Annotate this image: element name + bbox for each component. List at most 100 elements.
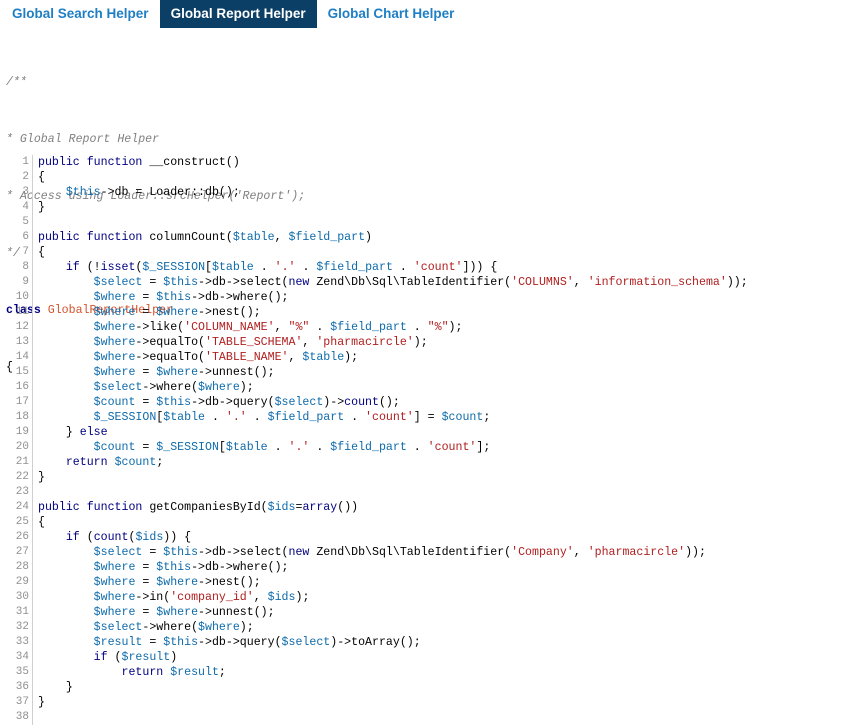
line-source: } — [32, 470, 868, 485]
code-line: 31 $where = $where->unnest(); — [0, 605, 868, 620]
code-line: 8 if (!isset($_SESSION[$table . '.' . $f… — [0, 260, 868, 275]
line-source: $where->like('COLUMN_NAME', "%" . $field… — [32, 320, 868, 335]
line-source: $select = $this->db->select(new Zend\Db\… — [32, 545, 868, 560]
code-line: 17 $count = $this->db->query($select)->c… — [0, 395, 868, 410]
line-number: 14 — [15, 351, 29, 363]
line-source: } — [32, 695, 868, 710]
code-line: 36 } — [0, 680, 868, 695]
doc-comment-line: /** — [6, 76, 27, 89]
code-line: 1 public function __construct() — [0, 155, 868, 170]
line-source: public function __construct() — [32, 155, 868, 170]
code-line: 38​ — [0, 710, 868, 725]
line-source: ​ — [32, 215, 868, 230]
line-number: 37 — [15, 696, 29, 708]
line-source: $result = $this->db->query($select)->toA… — [32, 635, 868, 650]
line-number: 12 — [15, 321, 29, 333]
code-line: 27 $select = $this->db->select(new Zend\… — [0, 545, 868, 560]
line-number: 26 — [15, 531, 29, 543]
code-line: 16 $select->where($where); — [0, 380, 868, 395]
line-source: public function columnCount($table, $fie… — [32, 230, 868, 245]
line-number: 3 — [22, 186, 29, 198]
code-line: 9 $select = $this->db->select(new Zend\D… — [0, 275, 868, 290]
code-line: 22} — [0, 470, 868, 485]
code-line: 3 $this->db = Loader::db(); — [0, 185, 868, 200]
line-source: ​ — [32, 710, 868, 725]
line-source: $where = $this->db->where(); — [32, 560, 868, 575]
code-line: 7{ — [0, 245, 868, 260]
line-number: 30 — [15, 591, 29, 603]
code-line: 37} — [0, 695, 868, 710]
code-line: 21 return $count; — [0, 455, 868, 470]
line-number: 38 — [15, 711, 29, 723]
line-number: 11 — [15, 306, 29, 318]
line-source: $_SESSION[$table . '.' . $field_part . '… — [32, 410, 868, 425]
line-source: $select->where($where); — [32, 620, 868, 635]
line-source: $where = $where->nest(); — [32, 305, 868, 320]
line-source: $where = $where->nest(); — [32, 575, 868, 590]
line-number: 2 — [22, 171, 29, 183]
line-number: 16 — [15, 381, 29, 393]
code-line: 35 return $result; — [0, 665, 868, 680]
line-number: 31 — [15, 606, 29, 618]
code-line: 13 $where->equalTo('TABLE_SCHEMA', 'phar… — [0, 335, 868, 350]
line-source: $count = $_SESSION[$table . '.' . $field… — [32, 440, 868, 455]
line-source: $where = $where->unnest(); — [32, 365, 868, 380]
line-number: 6 — [22, 231, 29, 243]
line-source: return $count; — [32, 455, 868, 470]
line-number: 23 — [15, 486, 29, 498]
code-line: 6 public function columnCount($table, $fi… — [0, 230, 868, 245]
line-number: 29 — [15, 576, 29, 588]
code-line: 4} — [0, 200, 868, 215]
line-source: $where = $this->db->where(); — [32, 290, 868, 305]
line-number: 17 — [15, 396, 29, 408]
code-line: 28 $where = $this->db->where(); — [0, 560, 868, 575]
tab-global-search-helper[interactable]: Global Search Helper — [0, 0, 160, 28]
code-line: 11 $where = $where->nest(); — [0, 305, 868, 320]
line-source: } — [32, 200, 868, 215]
line-number: 34 — [15, 651, 29, 663]
line-number: 24 — [15, 501, 29, 513]
line-source: if ($result) — [32, 650, 868, 665]
line-number: 15 — [15, 366, 29, 378]
tab-global-chart-helper[interactable]: Global Chart Helper — [317, 0, 466, 28]
line-source: $select->where($where); — [32, 380, 868, 395]
code-line: 19 } else — [0, 425, 868, 440]
line-number: 19 — [15, 426, 29, 438]
line-number: 20 — [15, 441, 29, 453]
line-source: $where->in('company_id', $ids); — [32, 590, 868, 605]
line-number: 7 — [22, 246, 29, 258]
line-source: $where->equalTo('TABLE_SCHEMA', 'pharmac… — [32, 335, 868, 350]
code-line: 30 $where->in('company_id', $ids); — [0, 590, 868, 605]
line-number: 18 — [15, 411, 29, 423]
line-source: } — [32, 680, 868, 695]
code-line: 33 $result = $this->db->query($select)->… — [0, 635, 868, 650]
line-number: 9 — [22, 276, 29, 288]
code-line: 20 $count = $_SESSION[$table . '.' . $fi… — [0, 440, 868, 455]
line-number: 27 — [15, 546, 29, 558]
code-line: 14 $where->equalTo('TABLE_NAME', $table)… — [0, 350, 868, 365]
code-line: 15 $where = $where->unnest(); — [0, 365, 868, 380]
line-source: $where = $where->unnest(); — [32, 605, 868, 620]
tab-global-report-helper[interactable]: Global Report Helper — [159, 0, 317, 28]
code-line: 10 $where = $this->db->where(); — [0, 290, 868, 305]
line-source: ​ — [32, 485, 868, 500]
doc-comment-line: * Global Report Helper — [6, 133, 160, 146]
line-source: } else — [32, 425, 868, 440]
line-number: 33 — [15, 636, 29, 648]
helper-tabs: Global Search Helper Global Report Helpe… — [0, 0, 465, 28]
line-number: 10 — [15, 291, 29, 303]
line-number: 25 — [15, 516, 29, 528]
line-number: 32 — [15, 621, 29, 633]
line-source: $select = $this->db->select(new Zend\Db\… — [32, 275, 868, 290]
code-line: 26 if (count($ids)) { — [0, 530, 868, 545]
line-number: 22 — [15, 471, 29, 483]
code-line: 23​ — [0, 485, 868, 500]
line-source: if (count($ids)) { — [32, 530, 868, 545]
code-line: 32 $select->where($where); — [0, 620, 868, 635]
code-line: 29 $where = $where->nest(); — [0, 575, 868, 590]
line-source: $count = $this->db->query($select)->coun… — [32, 395, 868, 410]
line-source: { — [32, 170, 868, 185]
line-number: 36 — [15, 681, 29, 693]
code-line: 2{ — [0, 170, 868, 185]
line-source: public function getCompaniesById($ids=ar… — [32, 500, 868, 515]
